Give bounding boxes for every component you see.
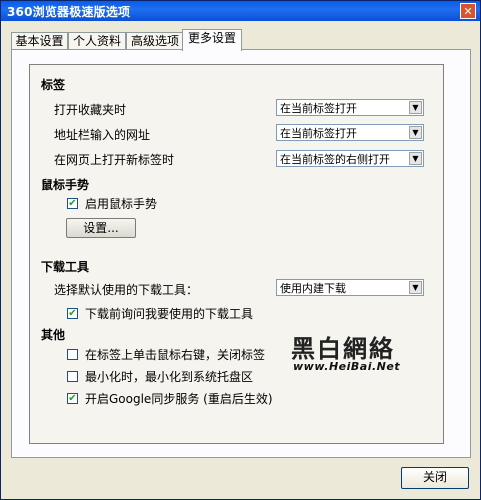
tab-personal-profile[interactable]: 个人资料 [68,32,126,50]
right-click-close-tab-checkbox[interactable] [67,349,78,360]
address-bar-url-label: 地址栏输入的网址 [54,128,151,142]
google-sync-label: 开启Google同步服务 (重启后生效) [85,392,273,406]
title-bar[interactable]: 360浏览器极速版选项 ✕ [1,1,480,21]
watermark-text: 黑白網絡 [291,335,395,363]
close-button[interactable]: 关闭 [401,467,469,489]
window-title: 360浏览器极速版选项 [7,5,131,19]
dropdown-arrow-icon[interactable]: ▼ [409,152,422,165]
window-close-icon[interactable]: ✕ [460,3,476,19]
options-window: 360浏览器极速版选项 ✕ 基本设置 个人资料 高级选项 更多设置 标签 打开收… [0,0,481,500]
minimize-to-tray-label: 最小化时，最小化到系统托盘区 [85,370,254,384]
check-icon: ✔ [68,198,77,209]
settings-group: 标签 打开收藏夹时 在当前标签打开 ▼ 地址栏输入的网址 在当前标签打开 ▼ 在… [29,64,444,444]
ask-downloader-label: 下载前询问我要使用的下载工具 [85,307,254,321]
download-section-heading: 下载工具 [41,260,90,274]
check-icon: ✔ [68,393,77,404]
heibai-watermark: 黑白網絡 www.HeiBai.Net [291,329,441,379]
new-tab-label: 在网页上打开新标签时 [54,153,175,167]
default-downloader-select[interactable]: 使用内建下载 ▼ [276,279,424,296]
default-downloader-value: 使用内建下载 [280,282,346,295]
watermark-url: www.HeiBai.Net [293,360,401,373]
ask-downloader-checkbox[interactable]: ✔ [67,308,78,319]
default-downloader-label: 选择默认使用的下载工具： [54,283,199,297]
tab-panel: 标签 打开收藏夹时 在当前标签打开 ▼ 地址栏输入的网址 在当前标签打开 ▼ 在… [11,49,471,458]
address-bar-url-select[interactable]: 在当前标签打开 ▼ [276,124,424,141]
open-favorites-select[interactable]: 在当前标签打开 ▼ [276,99,424,116]
tab-more-settings[interactable]: 更多设置 [182,29,242,51]
tab-basic-settings[interactable]: 基本设置 [11,32,68,50]
right-click-close-tab-label: 在标签上单击鼠标右键，关闭标签 [85,348,266,362]
tab-advanced-options[interactable]: 高级选项 [126,32,184,50]
enable-gesture-checkbox[interactable]: ✔ [67,198,78,209]
open-favorites-label: 打开收藏夹时 [54,103,127,117]
gesture-section-heading: 鼠标手势 [41,178,90,192]
gesture-settings-button[interactable]: 设置... [66,218,136,238]
dropdown-arrow-icon[interactable]: ▼ [409,281,422,294]
enable-gesture-label: 启用鼠标手势 [85,197,158,211]
dropdown-arrow-icon[interactable]: ▼ [409,126,422,139]
new-tab-value: 在当前标签的右侧打开 [280,153,390,166]
dropdown-arrow-icon[interactable]: ▼ [409,101,422,114]
other-section-heading: 其他 [41,328,66,342]
address-bar-url-value: 在当前标签打开 [280,127,357,140]
google-sync-checkbox[interactable]: ✔ [67,393,78,404]
new-tab-select[interactable]: 在当前标签的右侧打开 ▼ [276,150,424,167]
open-favorites-value: 在当前标签打开 [280,102,357,115]
minimize-to-tray-checkbox[interactable] [67,371,78,382]
tabs-section-heading: 标签 [41,78,66,92]
check-icon: ✔ [68,308,77,319]
